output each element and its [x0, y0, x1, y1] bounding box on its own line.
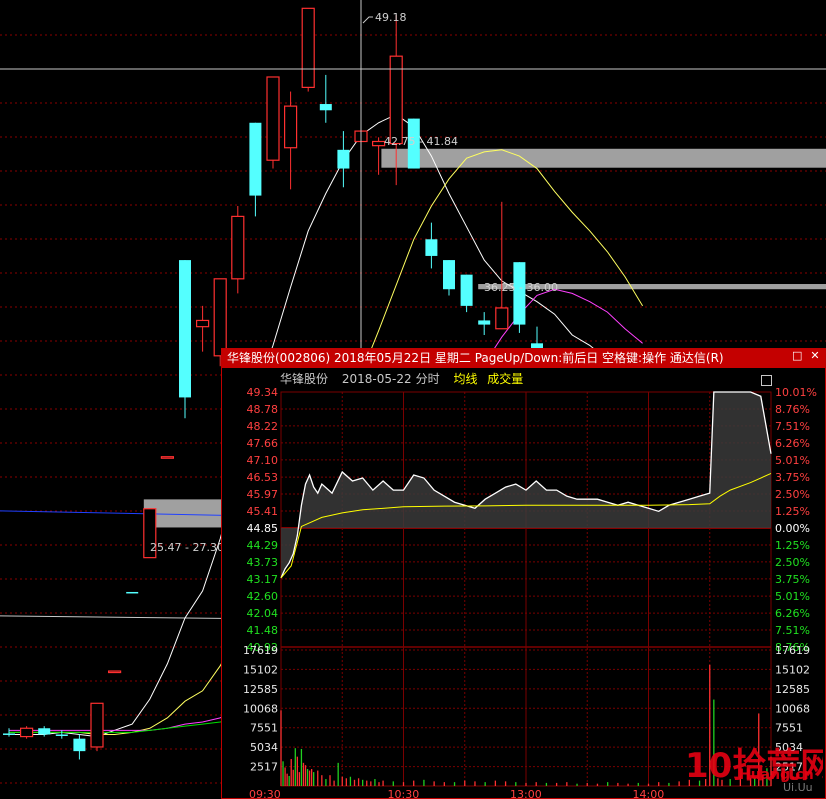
volume-tick-label: 7551: [250, 722, 278, 735]
zone2-label: 36.25 - 36.00: [484, 281, 558, 294]
percent-tick-label: 2.50%: [775, 488, 810, 501]
percent-tick-label: 0.00%: [775, 522, 810, 535]
candle-body: [196, 319, 210, 328]
price-tick-label: 43.17: [247, 573, 279, 586]
candle-body: [231, 215, 245, 280]
restore-icon[interactable]: □: [792, 350, 802, 361]
volume-tick-label: 10068: [243, 702, 278, 715]
percent-tick-label: 10.01%: [775, 386, 817, 399]
volume-tick-label-right: 15102: [775, 663, 810, 676]
percent-tick-label: 6.26%: [775, 437, 810, 450]
candle-body: [90, 702, 104, 748]
candle-body: [20, 727, 34, 738]
candle-body: [495, 307, 509, 330]
time-axis-label: 09:30: [249, 788, 281, 798]
high-price-label: 49.18: [375, 11, 407, 24]
high-marker-arrow: [362, 16, 373, 24]
popup-title-text: 华锋股份(002806) 2018年05月22日 星期二 PageUp/Down…: [227, 351, 724, 365]
price-tick-label: 45.41: [247, 505, 279, 518]
volume-tick-label: 5034: [250, 741, 278, 754]
price-tick-label: 42.60: [247, 590, 279, 603]
popup-title-bar[interactable]: 华锋股份(002806) 2018年05月22日 星期二 PageUp/Down…: [222, 349, 825, 368]
candle-body: [443, 260, 455, 290]
volume-tick-label: 15102: [243, 663, 278, 676]
percent-tick-label: 1.25%: [775, 505, 810, 518]
stock-chart-screen: 49.18 42.75 - 41.84 36.25 - 36.00 25.47 - 2…: [0, 0, 826, 799]
watermark-note: Ui.Uu: [783, 781, 813, 793]
zone3-label: 25.47 - 27.30: [150, 541, 224, 554]
percent-tick-label: 3.75%: [775, 573, 810, 586]
time-axis-label: 13:00: [510, 788, 542, 798]
volume-tick-label-right: 7551: [775, 722, 803, 735]
candle-body: [3, 733, 15, 735]
intraday-popup-window[interactable]: 华锋股份(002806) 2018年05月22日 星期二 PageUp/Down…: [221, 348, 826, 799]
candle-body: [107, 670, 122, 674]
percent-tick-label: 7.51%: [775, 624, 810, 637]
price-tick-label: 44.85: [247, 522, 279, 535]
zone1-label: 42.75 - 41.84: [384, 135, 458, 148]
candle-body: [301, 7, 315, 88]
time-axis-label: 14:00: [633, 788, 665, 798]
candle-body: [372, 140, 386, 147]
percent-tick-label: 8.76%: [775, 403, 810, 416]
volume-tick-label: 12585: [243, 683, 278, 696]
price-tick-label: 41.48: [247, 624, 279, 637]
candle-body: [249, 122, 262, 196]
watermark-logo: 10拾荒网 Huang.cn Ui.Uu: [685, 746, 826, 794]
price-tick-label: 47.66: [247, 437, 279, 450]
volume-tick-label-right: 10068: [775, 702, 810, 715]
resistance-zone: [381, 148, 826, 168]
volume-tick-label: 17619: [243, 644, 278, 657]
percent-tick-label: 7.51%: [775, 420, 810, 433]
price-tick-label: 46.53: [247, 471, 279, 484]
candle-body: [478, 320, 491, 325]
candle-body: [55, 734, 68, 736]
candle-body: [179, 260, 191, 398]
time-axis-label: 10:30: [388, 788, 420, 798]
candle-body: [38, 728, 51, 735]
price-tick-label: 45.97: [247, 488, 279, 501]
candle-body: [73, 738, 86, 752]
candle-body: [126, 591, 139, 594]
percent-tick-label: 6.26%: [775, 607, 810, 620]
percent-tick-label: 2.50%: [775, 556, 810, 569]
price-tick-label: 47.10: [247, 454, 279, 467]
price-tick-label: 44.29: [247, 539, 279, 552]
volume-tick-label-right: 17619: [775, 644, 810, 657]
volume-tick-label: 2517: [250, 761, 278, 774]
candle-body: [425, 239, 438, 256]
candle-body: [266, 76, 280, 161]
volume-tick-label-right: 12585: [775, 683, 810, 696]
candle-body: [319, 104, 332, 111]
close-icon[interactable]: ✕: [810, 350, 820, 361]
price-tick-label: 48.22: [247, 420, 279, 433]
percent-tick-label: 5.01%: [775, 590, 810, 603]
watermark: 10拾荒网 Huang.cn Ui.Uu: [683, 741, 826, 794]
percent-tick-label: 5.01%: [775, 454, 810, 467]
percent-tick-label: 1.25%: [775, 539, 810, 552]
candle-body: [337, 149, 350, 169]
candle-body: [460, 274, 473, 306]
candle-body: [160, 456, 174, 459]
candle-body: [213, 278, 227, 357]
price-tick-label: 48.78: [247, 403, 279, 416]
price-tick-label: 49.34: [247, 386, 279, 399]
percent-tick-label: 3.75%: [775, 471, 810, 484]
candle-body: [284, 105, 298, 149]
price-tick-label: 43.73: [247, 556, 279, 569]
price-tick-label: 42.04: [247, 607, 279, 620]
intraday-chart[interactable]: 49.34 48.78 48.22 47.66 47.10 46.53 45.97 45.41…: [222, 368, 825, 798]
